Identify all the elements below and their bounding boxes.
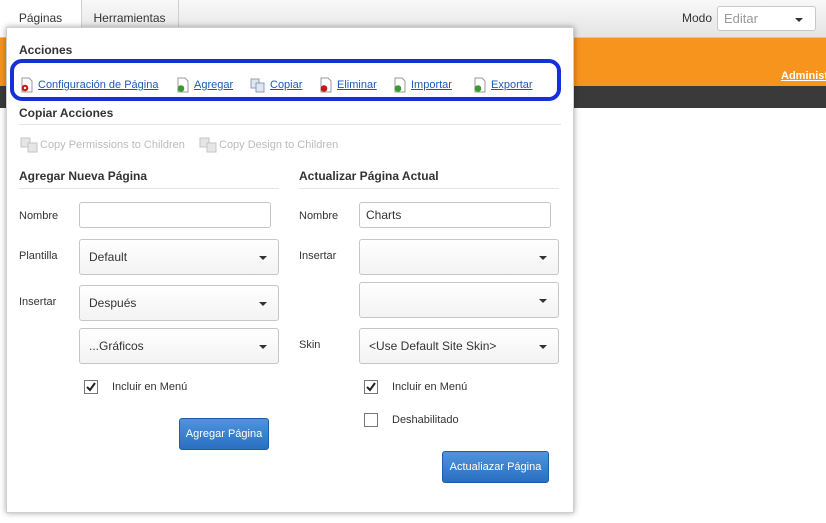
divider (299, 188, 559, 189)
update-include-menu-checkbox[interactable] (364, 380, 378, 394)
divider (19, 124, 561, 125)
add-insert-label: Insertar (19, 296, 57, 308)
page-delete-icon (320, 77, 332, 93)
import-page-label: Importar (411, 79, 452, 91)
add-name-label: Nombre (19, 210, 59, 222)
add-name-input[interactable] (79, 202, 271, 228)
checkmark-icon (366, 382, 376, 392)
copy-permissions-action[interactable]: Copy Permissions to Children (20, 137, 185, 153)
chevron-down-icon (539, 256, 547, 260)
mode-select-value: Editar (724, 11, 758, 26)
skin-select[interactable]: <Use Default Site Skin> (359, 328, 559, 364)
copy-actions-title: Copiar Acciones (19, 106, 114, 120)
delete-page-action[interactable]: Eliminar (319, 77, 377, 93)
import-page-action[interactable]: Importar (393, 77, 452, 93)
copy-page-action[interactable]: Copiar (250, 77, 302, 93)
add-include-menu-label: Incluir en Menú (112, 381, 188, 393)
copy-permissions-label: Copy Permissions to Children (40, 139, 185, 151)
page-export-icon (474, 77, 486, 93)
chevron-down-icon (259, 302, 267, 306)
skin-select-value: <Use Default Site Skin> (369, 339, 497, 353)
add-insert-page-select[interactable]: ...Gráficos (79, 328, 279, 364)
disabled-label: Deshabilitado (392, 414, 459, 426)
page-add-icon (177, 77, 189, 93)
update-name-input[interactable] (359, 202, 551, 228)
add-include-menu-checkbox[interactable] (84, 380, 98, 394)
add-page-title: Agregar Nueva Página (19, 169, 148, 183)
add-insert-page-value: ...Gráficos (89, 339, 144, 353)
page-settings-icon (21, 77, 33, 93)
skin-label: Skin (299, 339, 321, 351)
mode-select[interactable]: Editar (717, 6, 816, 31)
delete-page-label: Eliminar (337, 79, 377, 91)
add-page-label: Agregar (194, 79, 234, 91)
update-insert-label: Insertar (299, 250, 337, 262)
add-insert-position-select[interactable]: Después (79, 285, 279, 321)
chevron-down-icon (259, 345, 267, 349)
template-select-value: Default (89, 250, 128, 264)
template-select[interactable]: Default (79, 239, 279, 275)
disabled-checkbox[interactable] (364, 413, 378, 427)
update-page-button[interactable]: Actualiazar Página (442, 451, 549, 483)
copy-permissions-icon (20, 137, 38, 153)
chevron-down-icon (539, 299, 547, 303)
pages-panel: Acciones Configuración de Página Agregar… (6, 27, 574, 513)
page-settings-action[interactable]: Configuración de Página (20, 77, 158, 93)
admin-link[interactable]: Administ (781, 70, 826, 82)
mode-label: Modo (682, 11, 713, 25)
copy-design-action[interactable]: Copy Design to Children (199, 137, 338, 153)
add-page-button[interactable]: Agregar Página (179, 418, 269, 450)
update-include-menu-label: Incluir en Menú (392, 381, 468, 393)
chevron-down-icon (539, 345, 547, 349)
export-page-label: Exportar (491, 79, 533, 91)
copy-page-label: Copiar (270, 79, 303, 91)
page-import-icon (394, 77, 406, 93)
checkmark-icon (86, 382, 96, 392)
chevron-down-icon (795, 18, 803, 22)
update-name-label: Nombre (299, 210, 339, 222)
update-page-title: Actualizar Página Actual (299, 169, 439, 183)
template-label: Plantilla (19, 250, 58, 262)
export-page-action[interactable]: Exportar (473, 77, 533, 93)
update-insert-page-select[interactable] (359, 282, 559, 318)
copy-design-icon (199, 137, 217, 153)
divider (19, 188, 279, 189)
actions-title: Acciones (19, 43, 73, 57)
copy-design-label: Copy Design to Children (219, 139, 339, 151)
add-page-action[interactable]: Agregar (176, 77, 233, 93)
copy-page-icon (250, 78, 265, 93)
page-settings-label: Configuración de Página (38, 79, 159, 91)
add-insert-position-value: Después (89, 296, 137, 310)
update-insert-position-select[interactable] (359, 239, 559, 275)
chevron-down-icon (259, 256, 267, 260)
